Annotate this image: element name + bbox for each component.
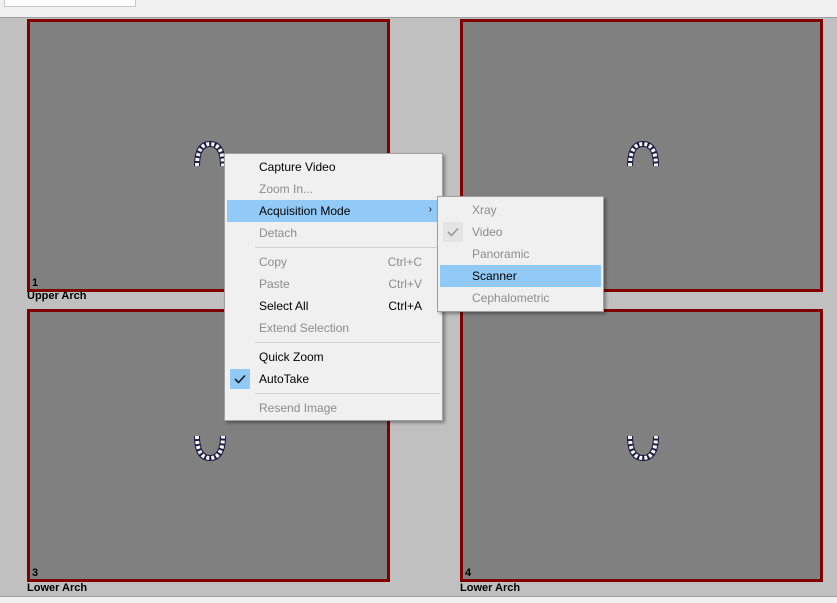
slot-label: Upper Arch	[27, 290, 87, 302]
context-menu: Capture Video Zoom In... Acquisition Mod…	[224, 153, 443, 421]
menu-item-label: Copy	[259, 255, 288, 269]
submenu-item-label: Video	[472, 225, 503, 239]
submenu-item-label: Panoramic	[472, 247, 530, 261]
menu-item-label: Acquisition Mode	[259, 204, 351, 218]
image-slot-4[interactable]: 4	[460, 309, 823, 582]
checkmark-icon	[230, 369, 250, 389]
submenu-item-label: Xray	[472, 203, 497, 217]
top-toolbar	[0, 0, 837, 18]
submenu-item-scanner[interactable]: Scanner	[440, 265, 601, 287]
menu-item-label: Quick Zoom	[259, 350, 324, 364]
toolbar-field[interactable]	[4, 0, 136, 7]
submenu-item-panoramic[interactable]: Panoramic	[440, 243, 601, 265]
checkmark-icon	[443, 222, 463, 242]
menu-item-detach[interactable]: Detach	[227, 222, 440, 244]
menu-item-shortcut: Ctrl+C	[387, 255, 422, 269]
menu-item-zoom-in[interactable]: Zoom In...	[227, 178, 440, 200]
menu-item-label: Capture Video	[259, 160, 336, 174]
menu-item-label: Select All	[259, 299, 309, 313]
menu-item-acquisition-mode[interactable]: Acquisition Mode ›	[227, 200, 440, 222]
submenu-item-video[interactable]: Video	[440, 221, 601, 243]
lower-arch-icon	[627, 435, 659, 462]
menu-item-shortcut: Ctrl+V	[388, 277, 422, 291]
upper-arch-icon	[194, 140, 226, 167]
menu-item-paste[interactable]: Paste Ctrl+V	[227, 273, 440, 295]
slot-label: Lower Arch	[27, 582, 88, 594]
menu-item-label: Paste	[259, 277, 290, 291]
submenu-item-label: Scanner	[472, 269, 517, 283]
slot-number: 1	[32, 277, 39, 289]
menu-item-resend-image[interactable]: Resend Image	[227, 397, 440, 419]
menu-item-capture-video[interactable]: Capture Video	[227, 156, 440, 178]
menu-item-label: Extend Selection	[259, 321, 350, 335]
menu-item-extend-selection[interactable]: Extend Selection	[227, 317, 440, 339]
lower-arch-icon	[194, 435, 226, 462]
submenu-item-xray[interactable]: Xray	[440, 199, 601, 221]
acquisition-mode-submenu: Xray Video Panoramic Scanner Cephalometr…	[437, 196, 604, 312]
menu-item-shortcut: Ctrl+A	[388, 299, 422, 313]
menu-item-label: Detach	[259, 226, 298, 240]
menu-item-label: Resend Image	[259, 401, 338, 415]
submenu-item-cephalometric[interactable]: Cephalometric	[440, 287, 601, 309]
menu-separator	[255, 393, 440, 394]
slot-number: 3	[32, 567, 39, 579]
menu-item-select-all[interactable]: Select All Ctrl+A	[227, 295, 440, 317]
submenu-item-label: Cephalometric	[472, 291, 550, 305]
upper-arch-icon	[627, 140, 659, 167]
menu-separator	[255, 247, 440, 248]
submenu-arrow-icon: ›	[428, 204, 432, 215]
menu-item-autotake[interactable]: AutoTake	[227, 368, 440, 390]
menu-item-copy[interactable]: Copy Ctrl+C	[227, 251, 440, 273]
menu-separator	[255, 342, 440, 343]
slot-label: Lower Arch	[460, 582, 521, 594]
menu-item-quick-zoom[interactable]: Quick Zoom	[227, 346, 440, 368]
menu-item-label: AutoTake	[259, 372, 310, 386]
menu-item-label: Zoom In...	[259, 182, 314, 196]
slot-number: 4	[465, 567, 472, 579]
